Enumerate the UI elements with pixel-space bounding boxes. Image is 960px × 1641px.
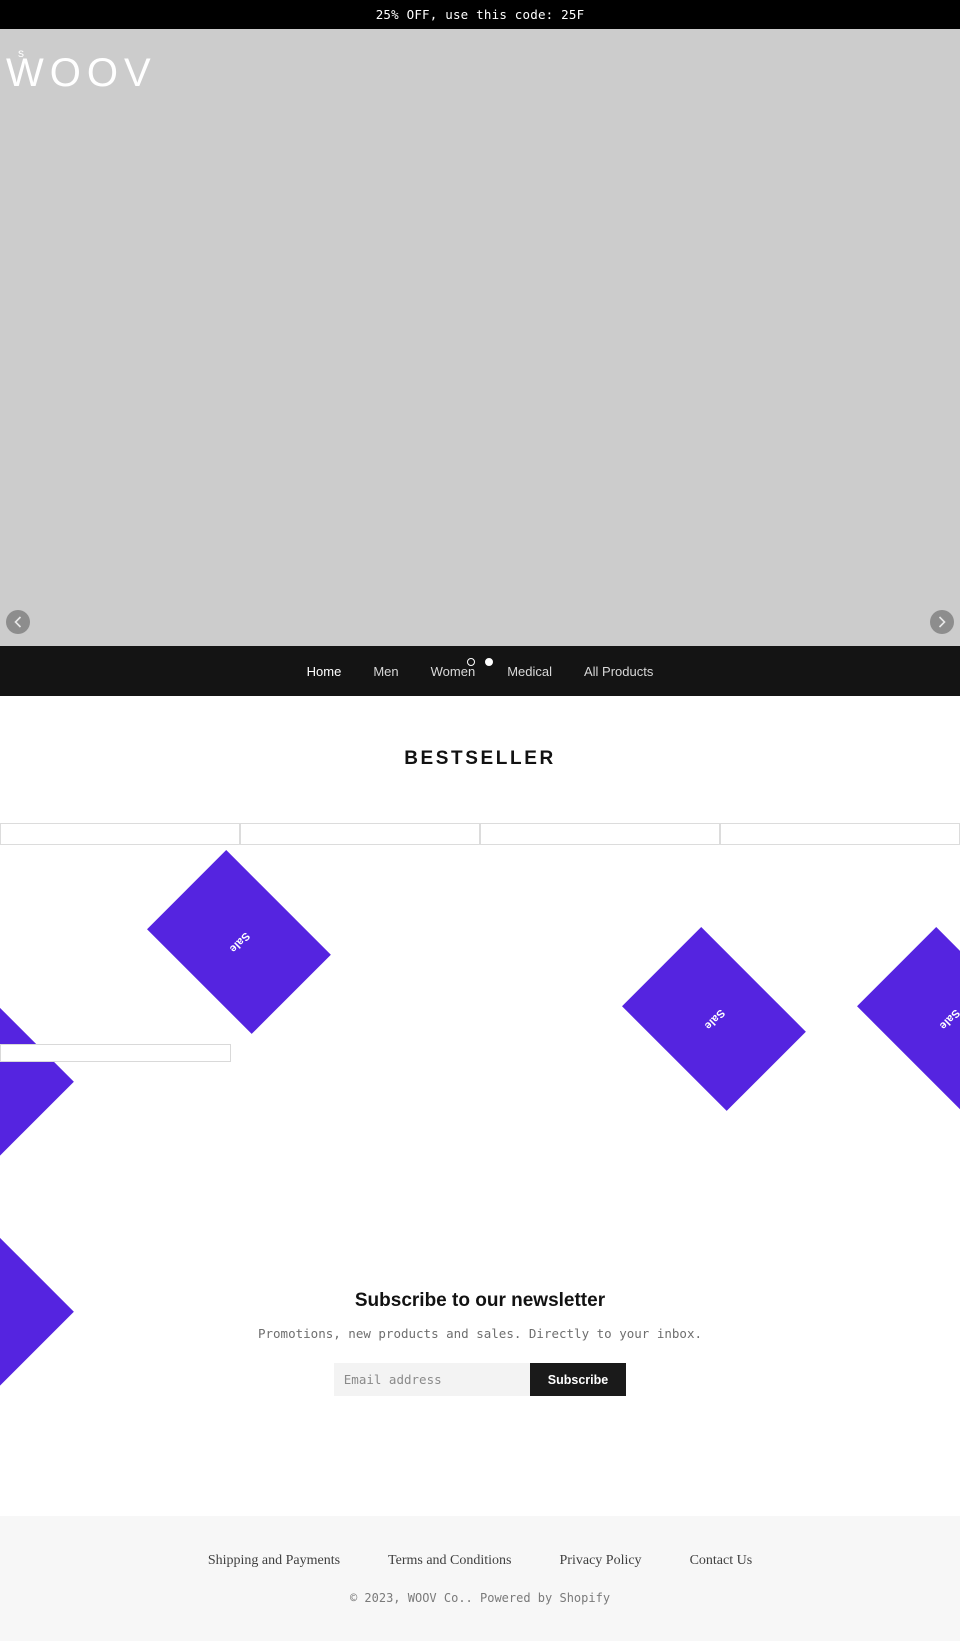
nav-item-all-products[interactable]: All Products bbox=[568, 648, 669, 695]
product-card[interactable]: Sale bbox=[480, 823, 806, 1343]
newsletter-section: Subscribe to our newsletter Promotions, … bbox=[0, 1290, 960, 1396]
bestseller-section: BESTSELLER Sale Sale Sale bbox=[0, 696, 960, 1391]
newsletter-form: Subscribe bbox=[0, 1363, 960, 1396]
footer-link-privacy-policy[interactable]: Privacy Policy bbox=[560, 1553, 642, 1569]
logo-wordmark: WOOV bbox=[6, 51, 157, 95]
footer-link-shipping-and-payments[interactable]: Shipping and Payments bbox=[208, 1553, 340, 1569]
product-card[interactable] bbox=[240, 823, 480, 1343]
sale-badge: Sale bbox=[857, 927, 960, 1111]
product-card[interactable]: Sale Sale Sale bbox=[0, 823, 331, 1391]
announcement-bar: 25% OFF, use this code: 25F bbox=[0, 0, 960, 29]
site-logo[interactable]: s WOOV bbox=[6, 47, 157, 93]
storefront-page: 25% OFF, use this code: 25F s WOOV Home … bbox=[0, 0, 960, 1641]
hero-slideshow[interactable]: s WOOV bbox=[0, 29, 960, 646]
main-navigation: Home Men Women Medical All Products bbox=[0, 646, 960, 703]
product-image-placeholder bbox=[240, 823, 480, 845]
carousel-prev-arrow-icon[interactable] bbox=[6, 610, 30, 634]
carousel-dot-1[interactable] bbox=[467, 658, 475, 666]
nav-item-home[interactable]: Home bbox=[291, 648, 358, 703]
footer-link-contact-us[interactable]: Contact Us bbox=[690, 1553, 753, 1569]
sale-badge: Sale bbox=[0, 977, 74, 1161]
subscribe-button[interactable]: Subscribe bbox=[529, 1363, 627, 1396]
product-image-placeholder bbox=[0, 823, 240, 845]
footer-links: Shipping and Payments Terms and Conditio… bbox=[0, 1553, 960, 1569]
carousel-dot-2[interactable] bbox=[485, 658, 493, 666]
product-image-placeholder bbox=[720, 823, 960, 845]
product-card[interactable]: Sale bbox=[720, 823, 960, 1343]
footer-link-terms-and-conditions[interactable]: Terms and Conditions bbox=[388, 1553, 511, 1569]
overlay-input-field[interactable] bbox=[0, 1044, 231, 1062]
newsletter-title: Subscribe to our newsletter bbox=[354, 1290, 606, 1311]
sale-badge-label: Sale bbox=[936, 1006, 960, 1032]
announcement-text: 25% OFF, use this code: 25F bbox=[375, 7, 585, 22]
copyright-text: © 2023, WOOV Co.. Powered by Shopify bbox=[349, 1591, 611, 1605]
nav-item-medical[interactable]: Medical bbox=[491, 648, 568, 695]
bestseller-title: BESTSELLER bbox=[404, 748, 556, 769]
product-image-placeholder bbox=[480, 823, 720, 845]
carousel-next-arrow-icon[interactable] bbox=[930, 610, 954, 634]
site-footer: Shipping and Payments Terms and Conditio… bbox=[0, 1516, 960, 1641]
carousel-dots[interactable] bbox=[467, 658, 493, 666]
email-input[interactable] bbox=[333, 1363, 530, 1396]
newsletter-subtitle: Promotions, new products and sales. Dire… bbox=[257, 1326, 702, 1341]
nav-item-men[interactable]: Men bbox=[357, 648, 414, 695]
nav-item-women[interactable]: Women bbox=[415, 648, 492, 695]
product-grid: Sale Sale Sale Sale bbox=[0, 823, 960, 1391]
